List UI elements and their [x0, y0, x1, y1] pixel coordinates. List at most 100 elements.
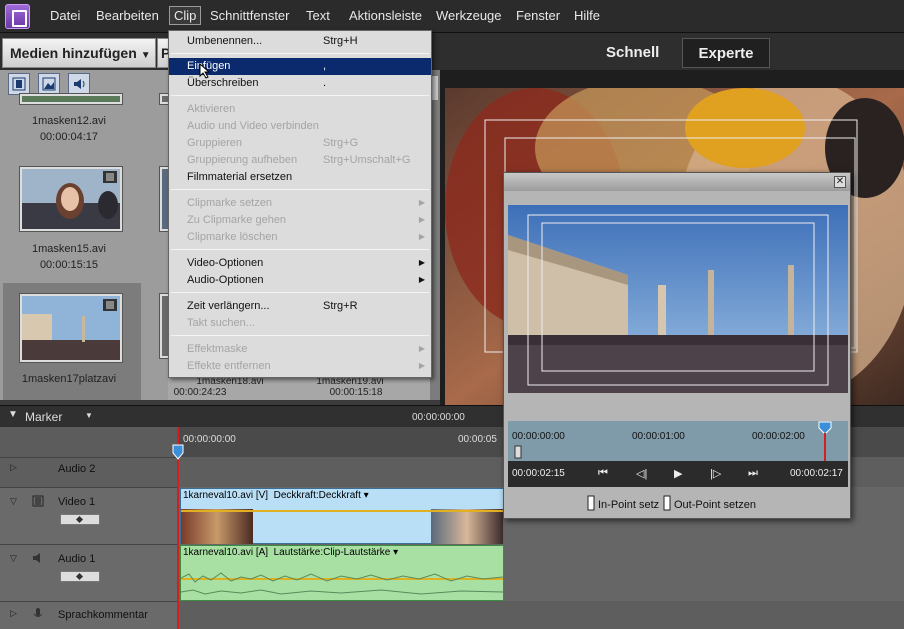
out-point-icon[interactable] [662, 495, 672, 511]
clip-label: 1karneval10.avi [V] Deckkraft:Deckkraft … [183, 490, 369, 501]
media-name: 1masken12.avi [32, 115, 106, 127]
playhead-marker-icon[interactable] [172, 444, 184, 460]
menu-text[interactable]: Text [306, 8, 330, 23]
media-duration: 00:00:15:18 [329, 387, 383, 398]
ruler-timecode: 00:00:05 [458, 434, 497, 445]
scrub-mid-timecode: 00:00:01:00 [632, 431, 685, 442]
track-name: Video 1 [58, 496, 96, 508]
track-audio2: ▷ Audio 2 [0, 457, 178, 487]
menuitem-audio-optionen[interactable]: Audio-Optionen ▶ [169, 272, 431, 289]
menu-schnittfenster[interactable]: Schnittfenster [210, 8, 290, 23]
menuitem-clipmarke-loeschen[interactable]: Clipmarke löschen ▶ [169, 229, 431, 246]
duration-timecode: 00:00:02:17 [790, 468, 843, 479]
menuitem-effekte-entfernen[interactable]: Effekte entfernen ▶ [169, 358, 431, 375]
menuitem-audio-video-verbinden[interactable]: Audio und Video verbinden [169, 118, 431, 135]
menu-werkzeuge[interactable]: Werkzeuge [436, 8, 502, 23]
menu-aktionsleiste[interactable]: Aktionsleiste [349, 8, 422, 23]
menuitem-aktivieren[interactable]: Aktivieren [169, 101, 431, 118]
menuitem-gruppieren[interactable]: Gruppieren Strg+G [169, 135, 431, 152]
menu-fenster[interactable]: Fenster [516, 8, 560, 23]
clip-preview-video [508, 205, 848, 393]
thumbnail [20, 94, 122, 104]
audio-clip[interactable]: 1karneval10.avi [A] Lautstärke:Clip-Laut… [180, 545, 504, 601]
submenu-arrow-icon: ▶ [418, 215, 425, 224]
menuitem-video-optionen[interactable]: Video-Optionen ▶ [169, 255, 431, 272]
add-media-label: Medien hinzufügen [10, 45, 137, 61]
media-item-1masken12[interactable]: 1masken12.avi 00:00:04:17 [0, 94, 138, 154]
menu-bar: Datei Bearbeiten Clip Schnittfenster Tex… [0, 0, 904, 33]
menuitem-zu-clipmarke-gehen[interactable]: Zu Clipmarke gehen ▶ [169, 212, 431, 229]
menu-bearbeiten[interactable]: Bearbeiten [96, 8, 159, 23]
video-track-icon [32, 495, 44, 507]
track-narration: ▷ Sprachkommentar [0, 601, 178, 629]
track-name: Sprachkommentar [58, 609, 148, 621]
filter-image-button[interactable] [38, 73, 60, 95]
track-name: Audio 1 [58, 553, 96, 565]
collapse-triangle-icon[interactable]: ▽ [10, 553, 17, 564]
go-to-start-icon[interactable]: ⏮ [598, 467, 608, 480]
microphone-icon [33, 608, 43, 617]
track-headers: ▷ Audio 2 ▽ Video 1 ▽ Audio 1 ▷ Sprachko… [0, 427, 178, 629]
menu-datei[interactable]: Datei [50, 8, 80, 23]
set-in-point-button[interactable]: In-Point setz [598, 499, 659, 511]
track-video1: ▽ Video 1 [0, 487, 178, 544]
marker-dropdown-icon[interactable]: ▼ [85, 411, 93, 420]
filter-audio-button[interactable] [68, 73, 90, 95]
in-point-marker-icon[interactable] [514, 445, 522, 459]
clip-scrubber[interactable]: 00:00:00:00 00:00:01:00 00:00:02:00 [508, 421, 848, 461]
speaker-icon [33, 553, 40, 563]
media-duration: 00:00:04:17 [39, 131, 99, 143]
clip-dropdown-menu: Umbenennen... Strg+H Einfügen, Überschrei… [168, 30, 432, 378]
media-item-1masken15[interactable]: 1masken15.avi 00:00:15:15 [0, 157, 138, 282]
scrub-start-timecode: 00:00:00:00 [512, 431, 565, 442]
play-icon[interactable]: ▶ [674, 467, 682, 480]
step-back-icon[interactable]: ◁| [636, 467, 647, 480]
video-clip-icon [103, 171, 117, 183]
mode-quick-button[interactable]: Schnell [606, 44, 659, 61]
menuitem-effektmaske[interactable]: Effektmaske ▶ [169, 341, 431, 358]
collapse-triangle-icon[interactable]: ▽ [10, 496, 17, 507]
narration-track-area[interactable] [178, 601, 904, 629]
filter-video-button[interactable] [8, 73, 30, 95]
go-to-end-icon[interactable]: ⏭ [748, 467, 758, 480]
keyframe-controls[interactable] [60, 571, 100, 582]
menu-clip[interactable]: Clip [169, 6, 202, 25]
menuitem-filmmaterial-ersetzen[interactable]: Filmmaterial ersetzen [169, 169, 431, 186]
media-name: 1masken15.avi [32, 243, 106, 255]
set-out-point-button[interactable]: Out-Point setzen [674, 499, 756, 511]
add-media-button[interactable]: Medien hinzufügen ▼ [2, 38, 156, 68]
clip-monitor-dialog: ✕ 00:00:00:00 00:00:01:00 00:00:02:00 00… [503, 172, 851, 519]
submenu-arrow-icon: ▶ [418, 258, 425, 267]
scrub-end-timecode: 00:00:02:00 [752, 431, 805, 442]
in-point-icon[interactable] [586, 495, 596, 511]
menuitem-umbenennen[interactable]: Umbenennen... Strg+H [169, 33, 431, 50]
media-duration: 00:00:24:23 [173, 387, 227, 398]
menuitem-gruppierung-aufheben[interactable]: Gruppierung aufheben Strg+Umschalt+G [169, 152, 431, 169]
video-clip[interactable]: 1karneval10.avi [V] Deckkraft:Deckkraft … [180, 488, 504, 545]
ruler-start-timecode: 00:00:00:00 [183, 434, 236, 445]
menuitem-takt-suchen[interactable]: Takt suchen... [169, 315, 431, 332]
submenu-arrow-icon: ▶ [418, 198, 425, 207]
transport-controls: 00:00:02:15 ⏮ ◁| ▶ |▷ ⏭ 00:00:02:17 [508, 461, 848, 487]
step-forward-icon[interactable]: |▷ [710, 467, 721, 480]
submenu-arrow-icon: ▶ [418, 232, 425, 241]
media-name: 1masken17platzavi [21, 373, 117, 385]
app-icon [5, 4, 30, 29]
submenu-arrow-icon: ▶ [418, 275, 425, 284]
menuitem-zeit-verlaengern[interactable]: Zeit verlängern... Strg+R [169, 298, 431, 315]
marker-timecode: 00:00:00:00 [412, 412, 465, 423]
menu-hilfe[interactable]: Hilfe [574, 8, 600, 23]
keyframe-controls[interactable] [60, 514, 100, 525]
expand-triangle-icon[interactable]: ▷ [10, 608, 17, 619]
video-clip-icon [103, 299, 117, 311]
menuitem-clipmarke-setzen[interactable]: Clipmarke setzen ▶ [169, 195, 431, 212]
dialog-titlebar[interactable]: ✕ [504, 173, 850, 191]
media-duration: 00:00:15:15 [39, 259, 99, 271]
collapse-triangle-icon[interactable]: ▼ [8, 409, 18, 420]
clip-label: 1karneval10.avi [A] Lautstärke:Clip-Laut… [183, 547, 399, 558]
audio1-track-area[interactable]: 1karneval10.avi [A] Lautstärke:Clip-Laut… [178, 544, 904, 601]
media-item-1masken17platz[interactable]: 1masken17platzavi [3, 283, 141, 400]
close-icon[interactable]: ✕ [834, 176, 846, 188]
submenu-arrow-icon: ▶ [418, 361, 425, 370]
mode-expert-button[interactable]: Experte [682, 38, 770, 68]
